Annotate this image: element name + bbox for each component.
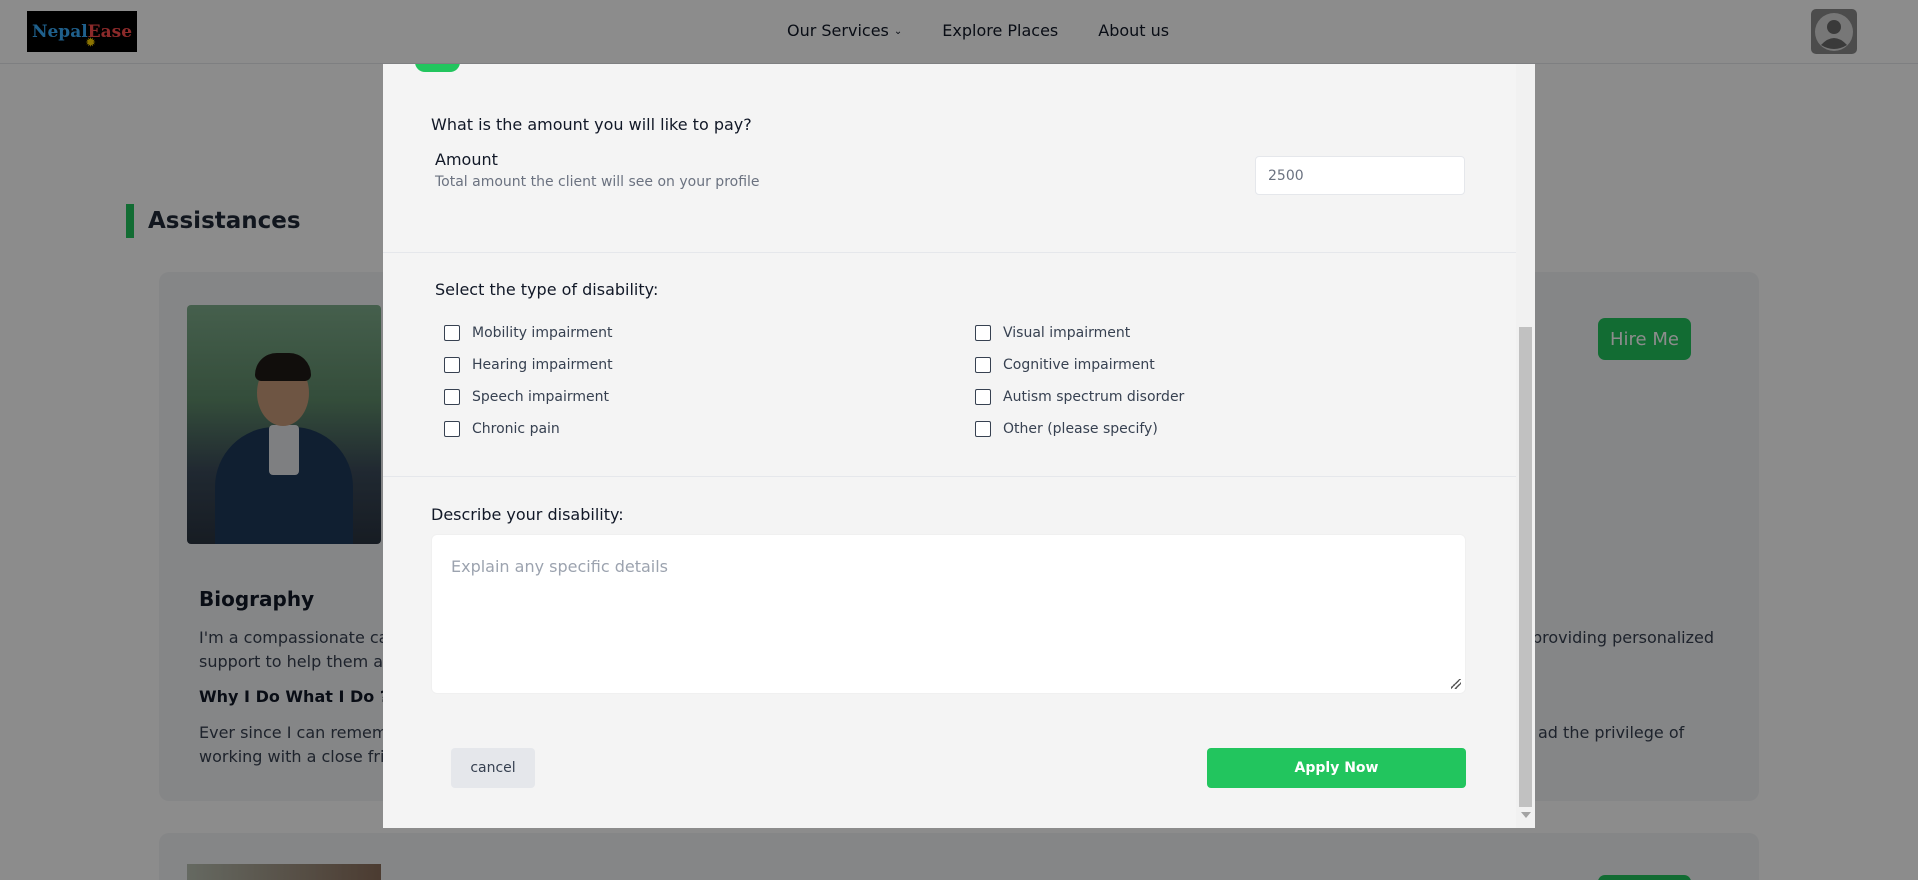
apply-now-button[interactable]: Apply Now [1207,748,1466,788]
toggle-switch[interactable] [415,64,460,72]
amount-question: What is the amount you will like to pay? [431,115,752,134]
checkbox-box[interactable] [975,421,991,437]
checkbox-label: Hearing impairment [472,357,613,373]
checkbox-label: Speech impairment [472,389,610,405]
resize-handle-icon[interactable] [1451,679,1461,689]
checkbox-speech-impairment[interactable]: Speech impairment [444,389,609,405]
describe-textarea[interactable]: Explain any specific details [431,534,1466,694]
checkbox-autism-spectrum-disorder[interactable]: Autism spectrum disorder [975,389,1184,405]
checkbox-box[interactable] [975,389,991,405]
section-divider [383,476,1516,477]
checkbox-box[interactable] [975,325,991,341]
scrollbar-thumb[interactable] [1519,327,1532,807]
amount-input[interactable] [1255,156,1465,195]
checkbox-label: Other (please specify) [1003,421,1158,437]
modal-scrollbar[interactable] [1516,64,1535,828]
checkbox-box[interactable] [444,357,460,373]
checkbox-mobility-impairment[interactable]: Mobility impairment [444,325,612,341]
checkbox-label: Autism spectrum disorder [1003,389,1185,405]
checkbox-label: Visual impairment [1003,325,1131,341]
disability-question: Select the type of disability: [435,280,659,299]
checkbox-box[interactable] [444,421,460,437]
textarea-placeholder: Explain any specific details [451,557,668,576]
cancel-button[interactable]: cancel [451,748,535,788]
checkbox-visual-impairment[interactable]: Visual impairment [975,325,1130,341]
checkbox-cognitive-impairment[interactable]: Cognitive impairment [975,357,1155,373]
checkbox-label: Mobility impairment [472,325,613,341]
amount-label: Amount [435,150,498,169]
checkbox-box[interactable] [444,389,460,405]
checkbox-box[interactable] [975,357,991,373]
checkbox-hearing-impairment[interactable]: Hearing impairment [444,357,613,373]
apply-modal: What is the amount you will like to pay?… [383,64,1535,828]
section-divider [383,252,1516,253]
describe-question: Describe your disability: [431,505,624,524]
amount-help-text: Total amount the client will see on your… [435,174,760,190]
scroll-down-arrow-icon[interactable] [1521,812,1531,818]
checkbox-label: Cognitive impairment [1003,357,1155,373]
checkbox-box[interactable] [444,325,460,341]
checkbox-chronic-pain[interactable]: Chronic pain [444,421,560,437]
checkbox-label: Chronic pain [472,421,560,437]
checkbox-other[interactable]: Other (please specify) [975,421,1158,437]
